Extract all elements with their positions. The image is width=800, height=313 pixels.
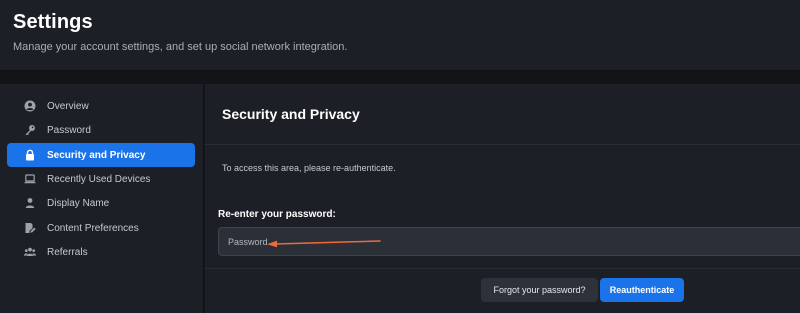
- sidebar-item-label: Display Name: [47, 197, 110, 209]
- sidebar-item-label: Recently Used Devices: [47, 173, 151, 185]
- sidebar-item-security-and-privacy[interactable]: Security and Privacy: [7, 143, 195, 167]
- page-header: Settings Manage your account settings, a…: [0, 0, 800, 71]
- sidebar-item-password[interactable]: Password: [7, 118, 195, 142]
- forgot-password-button[interactable]: Forgot your password?: [481, 278, 598, 302]
- laptop-icon: [24, 173, 36, 185]
- sidebar-item-label: Security and Privacy: [47, 149, 146, 161]
- page-subtitle: Manage your account settings, and set up…: [13, 41, 348, 53]
- lock-icon: [24, 149, 36, 161]
- sidebar-item-label: Password: [47, 124, 91, 136]
- edit-document-icon: [24, 222, 36, 234]
- section-title: Security and Privacy: [222, 106, 360, 122]
- page-title: Settings: [13, 11, 93, 33]
- reauth-info-text: To access this area, please re-authentic…: [222, 163, 396, 173]
- key-icon: [24, 124, 36, 136]
- settings-main-panel: Security and Privacy To access this area…: [205, 84, 800, 313]
- sidebar-item-label: Overview: [47, 100, 89, 112]
- reauthenticate-button[interactable]: Reauthenticate: [600, 278, 684, 302]
- divider: [205, 268, 800, 269]
- group-icon: [24, 246, 36, 258]
- sidebar-item-label: Referrals: [47, 246, 88, 258]
- header-separator-band: [0, 71, 800, 84]
- sidebar-item-recently-used-devices[interactable]: Recently Used Devices: [7, 167, 195, 191]
- user-circle-icon: [24, 100, 36, 112]
- person-icon: [24, 197, 36, 209]
- sidebar-item-content-preferences[interactable]: Content Preferences: [7, 216, 195, 240]
- password-field-label: Re-enter your password:: [218, 209, 336, 220]
- settings-sidebar: Overview Password Security and Privacy R…: [0, 84, 204, 313]
- sidebar-item-overview[interactable]: Overview: [7, 94, 195, 118]
- password-input[interactable]: [218, 227, 800, 256]
- sidebar-item-label: Content Preferences: [47, 222, 139, 234]
- sidebar-item-display-name[interactable]: Display Name: [7, 191, 195, 215]
- divider: [205, 144, 800, 145]
- sidebar-item-referrals[interactable]: Referrals: [7, 240, 195, 264]
- settings-page: Settings Manage your account settings, a…: [0, 0, 800, 313]
